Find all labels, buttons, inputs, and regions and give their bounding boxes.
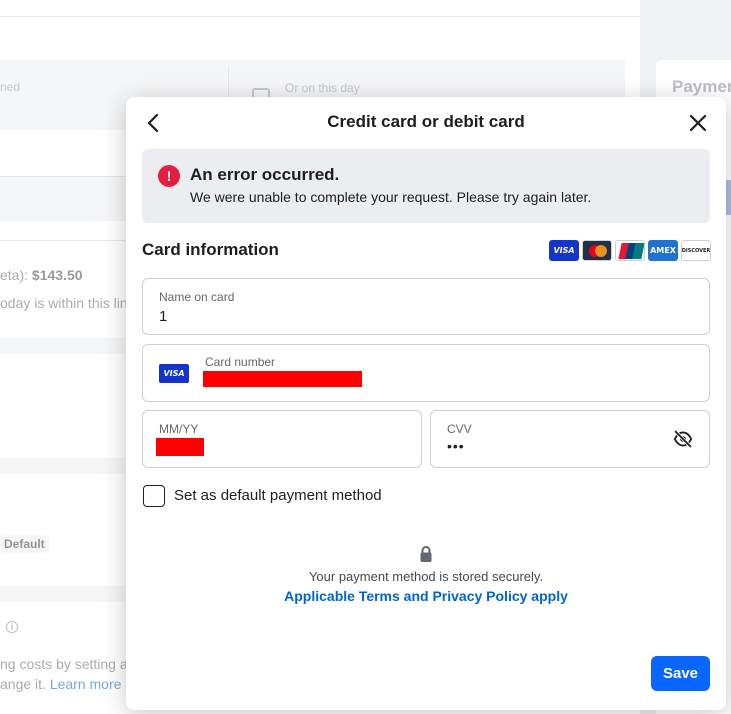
limit-text: oday is within this lin xyxy=(0,295,128,311)
error-title: An error occurred. xyxy=(190,165,340,184)
expiry-field[interactable]: MM/YY xyxy=(142,410,422,468)
card-dialog: Credit card or debit card ! An error occ… xyxy=(126,97,726,710)
error-icon: ! xyxy=(158,165,180,187)
expiry-label: MM/YY xyxy=(159,422,199,436)
default-payment-label[interactable]: Set as default payment method xyxy=(174,487,382,504)
payment-panel-title: Paymen xyxy=(672,77,731,96)
costs-text: ng costs by setting a xyxy=(0,656,128,672)
divider xyxy=(0,16,640,17)
name-on-card-field[interactable]: Name on card 1 xyxy=(142,278,710,335)
info-icon: i xyxy=(6,621,18,633)
default-badge: Default xyxy=(0,535,49,553)
learn-more-link[interactable]: Learn more a xyxy=(50,676,133,692)
cvv-label: CVV xyxy=(447,422,472,436)
error-message: We were unable to complete your request.… xyxy=(190,189,592,205)
secure-storage-text: Your payment method is stored securely. xyxy=(308,569,544,584)
amex-logo: AMEX xyxy=(648,240,678,261)
visa-brand-icon: VISA xyxy=(159,364,189,383)
balance-label: eta): $143.50 xyxy=(0,267,83,283)
cvv-value[interactable]: ••• xyxy=(447,438,465,454)
eye-slash-icon[interactable] xyxy=(673,430,693,448)
lock-icon xyxy=(420,546,432,562)
name-on-card-label: Name on card xyxy=(159,290,235,304)
accepted-card-logos: VISA AMEX DISCOVER xyxy=(549,240,711,262)
learn-more-text: ange it. Learn more a xyxy=(0,676,134,692)
default-payment-checkbox[interactable] xyxy=(143,485,165,507)
error-banner: ! An error occurred. We were unable to c… xyxy=(142,149,710,223)
close-icon[interactable] xyxy=(686,111,710,135)
terms-privacy-link[interactable]: Applicable Terms and Privacy Policy appl… xyxy=(126,588,726,604)
cvv-field[interactable]: CVV ••• xyxy=(430,410,710,468)
discover-logo: DISCOVER xyxy=(681,240,711,261)
card-information-heading: Card information xyxy=(142,240,279,259)
date-option-text: ned xyxy=(0,80,21,94)
visa-logo: VISA xyxy=(549,240,579,261)
expiry-redaction[interactable] xyxy=(156,438,204,456)
unionpay-logo xyxy=(615,240,645,261)
card-number-redaction[interactable] xyxy=(203,371,362,387)
name-on-card-value[interactable]: 1 xyxy=(159,308,167,325)
dialog-title: Credit card or debit card xyxy=(327,112,525,131)
card-number-label: Card number xyxy=(205,355,276,369)
mastercard-logo xyxy=(582,240,612,261)
date-option-text: Or on this day xyxy=(285,81,360,95)
save-button[interactable]: Save xyxy=(651,656,710,691)
card-number-field[interactable]: VISA Card number xyxy=(142,344,710,402)
